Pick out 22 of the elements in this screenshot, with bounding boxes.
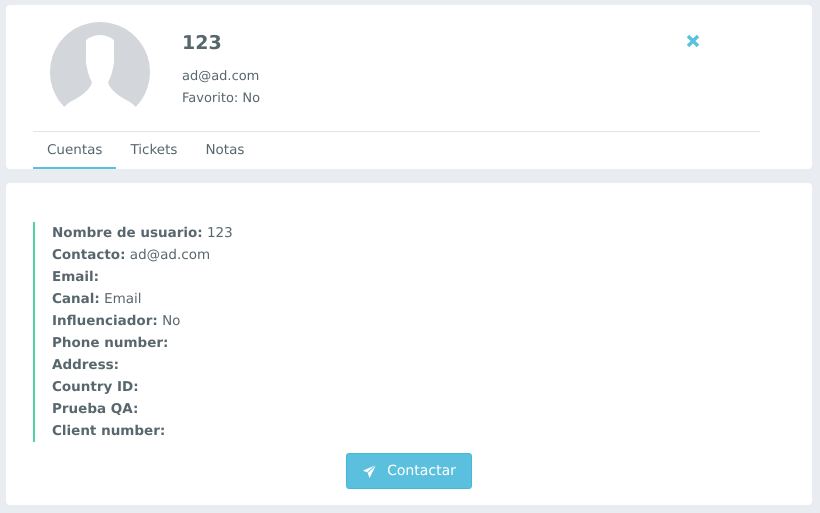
contact-email: ad@ad.com [182, 68, 260, 86]
field-value: Email [104, 291, 142, 307]
favorite-status: Favorito: No [182, 90, 262, 108]
field-label: Nombre de usuario: [52, 225, 203, 241]
tab[interactable]: Notas [191, 132, 258, 169]
field-value: 123 [206, 225, 233, 241]
field-label: Client number: [52, 423, 166, 439]
field-label: Prueba QA: [52, 401, 138, 417]
tab[interactable]: Cuentas [33, 132, 116, 169]
field-label: Email: [52, 269, 100, 285]
field-label: Contacto: [52, 247, 126, 263]
field-value: ad@ad.com [130, 247, 210, 263]
close-icon[interactable] [686, 34, 700, 48]
field-value: No [162, 313, 180, 329]
field-label: Country ID: [52, 379, 139, 395]
tab[interactable]: Tickets [116, 132, 192, 169]
field-label: Canal: [52, 291, 100, 307]
field-label: Influenciador: [52, 313, 158, 329]
send-icon [362, 464, 378, 478]
field-label: Phone number: [52, 335, 168, 351]
field-label: Address: [52, 357, 120, 373]
contact-name: 123 [182, 32, 223, 54]
